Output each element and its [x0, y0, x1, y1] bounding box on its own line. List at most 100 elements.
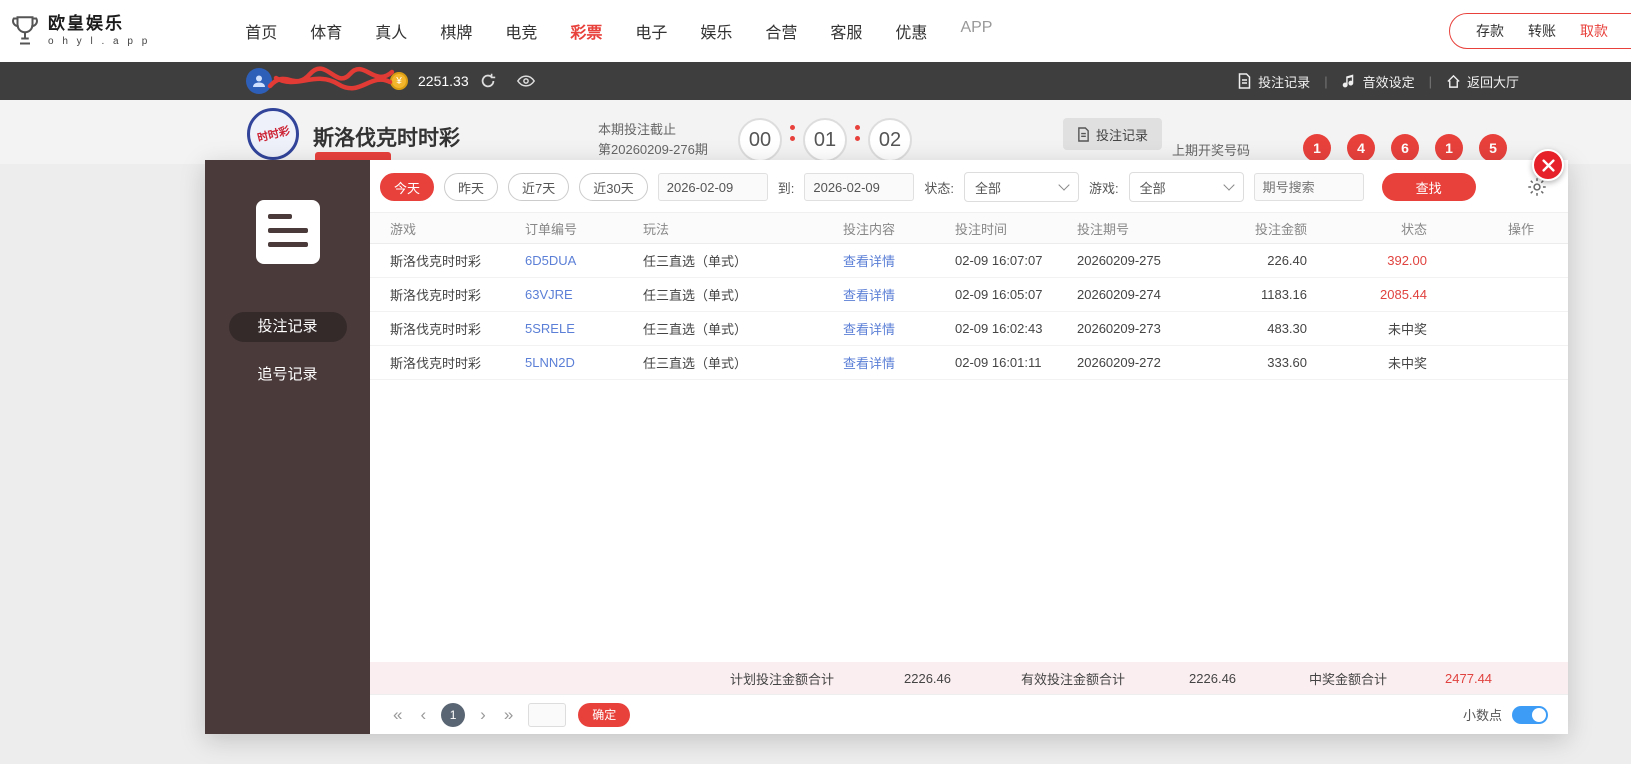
- sidebar-item-bet-records[interactable]: 投注记录: [228, 312, 347, 342]
- top-navigation-bar: 欧皇娱乐 o h y l . a p p 首页 体育 真人 棋牌 电竞 彩票 电…: [0, 0, 1631, 62]
- status-select[interactable]: 全部: [963, 172, 1079, 202]
- modal-main: 今天 昨天 近7天 近30天 到: 状态: 全部 游戏: 全部 查找: [370, 160, 1568, 734]
- countdown-hours: 00: [738, 118, 782, 162]
- order-code-link[interactable]: 63VJRE: [525, 287, 643, 302]
- cell-time: 02-09 16:02:43: [955, 321, 1043, 336]
- col-header-content: 投注内容: [843, 221, 896, 237]
- status-label: 状态:: [924, 180, 954, 196]
- back-to-lobby-link[interactable]: 返回大厅: [1446, 72, 1519, 91]
- countdown-minutes: 01: [803, 118, 847, 162]
- prev-page-button[interactable]: ‹: [417, 705, 429, 725]
- nav-item-board[interactable]: 棋牌: [440, 19, 472, 43]
- goto-page-confirm-button[interactable]: 确定: [578, 702, 631, 727]
- cell-period: 20260209-275: [1077, 253, 1161, 268]
- cell-amount: 1183.16: [1260, 287, 1307, 302]
- table-row: 斯洛伐克时时彩 63VJRE 任三直选（单式） 查看详情 02-09 16:05…: [370, 278, 1568, 312]
- valid-total-label: 有效投注金额合计: [1021, 671, 1126, 687]
- decimal-label: 小数点: [1462, 708, 1502, 723]
- withdraw-button[interactable]: 取款: [1568, 21, 1620, 41]
- filter-30days-button[interactable]: 近30天: [579, 173, 648, 201]
- trophy-logo-icon: [12, 16, 38, 45]
- nav-item-app[interactable]: APP: [960, 19, 992, 43]
- deposit-button[interactable]: 存款: [1464, 21, 1516, 41]
- game-select-value: 全部: [1139, 180, 1166, 196]
- cell-time: 02-09 16:07:07: [955, 253, 1043, 268]
- order-code-link[interactable]: 6D5DUA: [525, 253, 643, 268]
- sound-settings-label: 音效设定: [1362, 74, 1415, 90]
- close-modal-button[interactable]: [1532, 149, 1564, 181]
- cell-game: 斯洛伐克时时彩: [390, 322, 482, 337]
- page: 欧皇娱乐 o h y l . a p p 首页 体育 真人 棋牌 电竞 彩票 电…: [0, 0, 1631, 764]
- nav-item-sports[interactable]: 体育: [310, 19, 342, 43]
- cell-amount: 333.60: [1267, 355, 1307, 370]
- nav-item-lottery[interactable]: 彩票: [570, 19, 602, 43]
- order-code-link[interactable]: 5LNN2D: [525, 355, 643, 370]
- last-page-button[interactable]: »: [501, 705, 516, 725]
- site-logo[interactable]: 欧皇娱乐 o h y l . a p p: [10, 13, 150, 49]
- transfer-button[interactable]: 转账: [1516, 21, 1568, 41]
- date-from-input[interactable]: [657, 173, 768, 201]
- view-details-link[interactable]: 查看详情: [843, 285, 955, 304]
- nav-item-live[interactable]: 真人: [375, 19, 407, 43]
- col-header-game: 游戏: [390, 221, 417, 237]
- current-page-button[interactable]: 1: [441, 702, 466, 727]
- col-header-amount: 投注金额: [1254, 221, 1307, 237]
- separator: |: [1428, 73, 1432, 89]
- cell-status: 392.00: [1387, 253, 1427, 268]
- view-details-link[interactable]: 查看详情: [843, 353, 955, 372]
- document-icon: [1238, 73, 1251, 89]
- refresh-balance-icon[interactable]: [479, 72, 497, 90]
- cell-period: 20260209-272: [1077, 355, 1161, 370]
- draw-number-ball: 1: [1435, 134, 1463, 162]
- strip-bet-records-button[interactable]: 投注记录: [1063, 118, 1163, 150]
- countdown-colon: [855, 125, 860, 141]
- nav-item-promo[interactable]: 优惠: [895, 19, 927, 43]
- cell-game: 斯洛伐克时时彩: [390, 288, 482, 303]
- period-search-input[interactable]: [1253, 173, 1364, 201]
- nav-item-entertainment[interactable]: 娱乐: [700, 19, 732, 43]
- records-doc-icon: [255, 200, 320, 264]
- pagination-right: 小数点: [1463, 705, 1548, 724]
- lottery-title: 斯洛伐克时时彩: [313, 127, 460, 150]
- nav-item-partner[interactable]: 合营: [765, 19, 797, 43]
- bet-records-label: 投注记录: [1258, 74, 1311, 90]
- sidebar-item-chase-records[interactable]: 追号记录: [257, 360, 317, 390]
- goto-page-input[interactable]: [528, 702, 567, 727]
- deadline-line2: 第20260209-276期: [598, 141, 708, 157]
- nav-item-slots[interactable]: 电子: [635, 19, 667, 43]
- draw-number-ball: 1: [1303, 134, 1331, 162]
- view-details-link[interactable]: 查看详情: [843, 319, 955, 338]
- planned-total-value: 2226.46: [904, 670, 952, 686]
- nav-item-home[interactable]: 首页: [245, 19, 277, 43]
- table-empty-space: [370, 380, 1568, 662]
- first-page-button[interactable]: «: [390, 705, 405, 725]
- game-select[interactable]: 全部: [1128, 172, 1244, 202]
- decimal-toggle[interactable]: [1512, 705, 1548, 724]
- eye-icon[interactable]: [516, 72, 535, 90]
- cell-status: 未中奖: [1387, 356, 1427, 371]
- filter-yesterday-button[interactable]: 昨天: [444, 173, 499, 201]
- person-icon: [253, 75, 265, 87]
- date-to-input[interactable]: [804, 173, 915, 201]
- search-button[interactable]: 查找: [1381, 173, 1476, 201]
- redaction-scribble: [267, 66, 395, 91]
- nav-item-esports[interactable]: 电竞: [505, 19, 537, 43]
- cell-play: 任三直选（单式）: [643, 254, 748, 269]
- summary-bar: 计划投注金额合计 2226.46 有效投注金额合计 2226.46 中奖金额合计…: [370, 662, 1568, 694]
- sound-settings-link[interactable]: 音效设定: [1342, 72, 1415, 91]
- next-page-button[interactable]: ›: [477, 705, 489, 725]
- cell-game: 斯洛伐克时时彩: [390, 254, 482, 269]
- bet-records-link[interactable]: 投注记录: [1237, 72, 1310, 91]
- last-draw-label: 上期开奖号码: [1172, 143, 1251, 158]
- draw-number-ball: 5: [1479, 134, 1507, 162]
- table-row: 斯洛伐克时时彩 6D5DUA 任三直选（单式） 查看详情 02-09 16:07…: [370, 244, 1568, 278]
- filter-7days-button[interactable]: 近7天: [508, 173, 570, 201]
- countdown-seconds: 02: [868, 118, 912, 162]
- filter-today-button[interactable]: 今天: [380, 173, 435, 201]
- view-details-link[interactable]: 查看详情: [843, 251, 955, 270]
- nav-item-support[interactable]: 客服: [830, 19, 862, 43]
- order-code-link[interactable]: 5SRELE: [525, 321, 643, 336]
- pagination-bar: « ‹ 1 › » 确定 小数点: [370, 694, 1568, 734]
- user-avatar[interactable]: [246, 68, 272, 94]
- col-header-order: 订单编号: [525, 221, 578, 237]
